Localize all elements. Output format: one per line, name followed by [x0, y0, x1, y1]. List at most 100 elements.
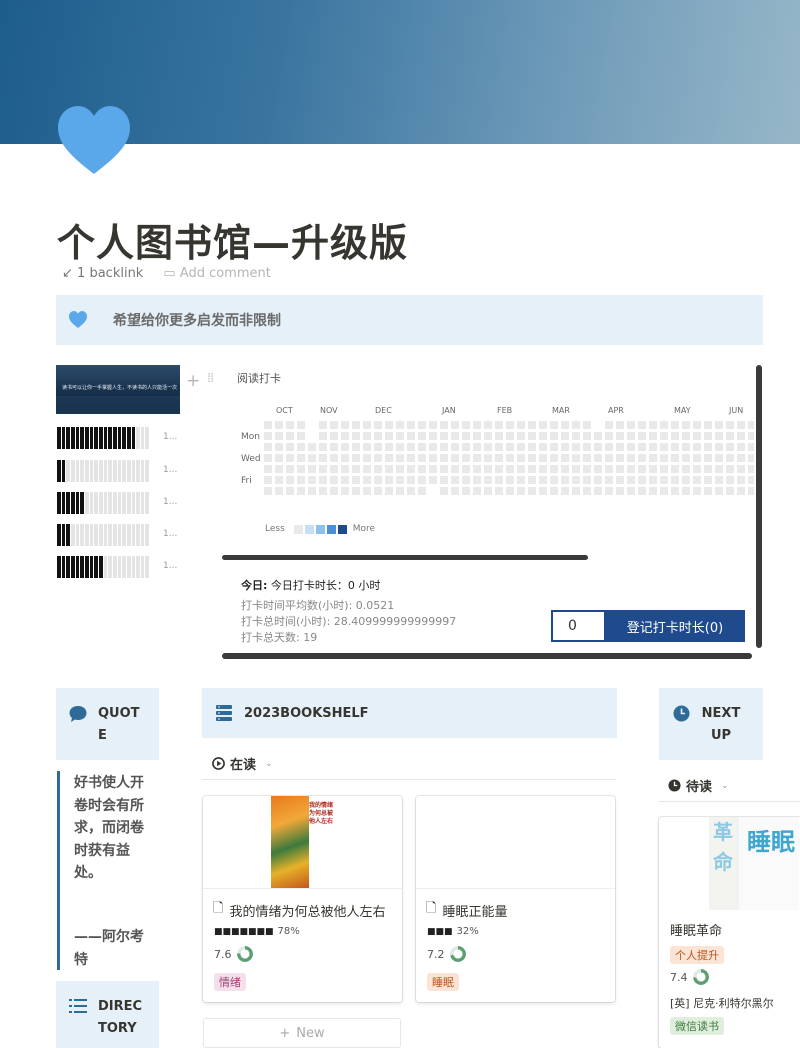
heatmap-cell[interactable] [594, 465, 602, 473]
heatmap-cell[interactable] [737, 476, 745, 484]
heatmap-cell[interactable] [374, 487, 382, 495]
heatmap-cell[interactable] [418, 487, 426, 495]
heatmap-cell[interactable] [627, 454, 635, 462]
heatmap-cell[interactable] [264, 476, 272, 484]
heatmap-cell[interactable] [638, 476, 646, 484]
heatmap-cell[interactable] [550, 487, 558, 495]
heatmap-cell[interactable] [517, 487, 525, 495]
heatmap-cell[interactable] [418, 454, 426, 462]
heatmap-cell[interactable] [352, 487, 360, 495]
heatmap-cell[interactable] [341, 432, 349, 440]
heatmap-cell[interactable] [517, 432, 525, 440]
heatmap-cell[interactable] [704, 421, 712, 429]
heatmap-cell[interactable] [671, 421, 679, 429]
heatmap-cell[interactable] [550, 443, 558, 451]
heatmap-cell[interactable] [385, 443, 393, 451]
heatmap-cell[interactable] [517, 443, 525, 451]
heatmap-cell[interactable] [517, 421, 525, 429]
heatmap-cell[interactable] [660, 454, 668, 462]
heatmap-cell[interactable] [748, 432, 754, 440]
heatmap-cell[interactable] [418, 432, 426, 440]
drag-handle-icon[interactable]: ⁞⁞ [207, 371, 214, 386]
heatmap-cell[interactable] [363, 476, 371, 484]
heatmap-cell[interactable] [506, 476, 514, 484]
heatmap-cell[interactable] [528, 476, 536, 484]
heatmap-cell[interactable] [616, 432, 624, 440]
heatmap-cell[interactable] [715, 443, 723, 451]
heatmap-cell[interactable] [407, 487, 415, 495]
heatmap-cell[interactable] [649, 421, 657, 429]
heatmap-cell[interactable] [517, 465, 525, 473]
heatmap-cell[interactable] [319, 487, 327, 495]
heatmap-cell[interactable] [528, 443, 536, 451]
heatmap-cell[interactable] [517, 476, 525, 484]
heatmap-cell[interactable] [319, 454, 327, 462]
heatmap-cell[interactable] [385, 476, 393, 484]
heatmap-cell[interactable] [616, 454, 624, 462]
heatmap-cell[interactable] [627, 432, 635, 440]
heatmap-cell[interactable] [451, 476, 459, 484]
view-tab-to-read[interactable]: 待读 ⌄ [668, 776, 729, 795]
heatmap-cell[interactable] [264, 432, 272, 440]
heatmap-cell[interactable] [715, 432, 723, 440]
heatmap-cell[interactable] [550, 432, 558, 440]
horizontal-scrollbar-bottom[interactable] [222, 653, 752, 659]
heatmap-cell[interactable] [396, 443, 404, 451]
heatmap-cell[interactable] [660, 465, 668, 473]
heatmap-cell[interactable] [693, 454, 701, 462]
heatmap-cell[interactable] [594, 432, 602, 440]
heatmap-cell[interactable] [495, 476, 503, 484]
heatmap-cell[interactable] [616, 487, 624, 495]
heatmap-cell[interactable] [528, 465, 536, 473]
heatmap-cell[interactable] [528, 454, 536, 462]
heatmap-cell[interactable] [704, 443, 712, 451]
heatmap-cell[interactable] [330, 465, 338, 473]
heatmap-cell[interactable] [275, 476, 283, 484]
heatmap-cell[interactable] [286, 476, 294, 484]
heatmap-cell[interactable] [715, 421, 723, 429]
heatmap-cell[interactable] [462, 487, 470, 495]
heatmap-cell[interactable] [473, 421, 481, 429]
heatmap-cell[interactable] [583, 476, 591, 484]
heatmap-cell[interactable] [495, 465, 503, 473]
heatmap-cell[interactable] [484, 421, 492, 429]
heatmap-cell[interactable] [374, 476, 382, 484]
heatmap-cell[interactable] [572, 432, 580, 440]
heatmap-cell[interactable] [352, 476, 360, 484]
heatmap-cell[interactable] [319, 443, 327, 451]
heatmap-cell[interactable] [682, 476, 690, 484]
horizontal-scrollbar[interactable] [222, 555, 588, 560]
heatmap-cell[interactable] [737, 465, 745, 473]
heatmap-cell[interactable] [583, 487, 591, 495]
heatmap-cell[interactable] [737, 443, 745, 451]
heatmap-cell[interactable] [352, 443, 360, 451]
heatmap-cell[interactable] [473, 487, 481, 495]
heatmap-cell[interactable] [671, 454, 679, 462]
heatmap-cell[interactable] [451, 432, 459, 440]
heatmap-cell[interactable] [539, 432, 547, 440]
heatmap-cell[interactable] [715, 454, 723, 462]
heatmap-cell[interactable] [660, 487, 668, 495]
heatmap-cell[interactable] [748, 443, 754, 451]
heatmap-cell[interactable] [693, 443, 701, 451]
heatmap-cell[interactable] [264, 443, 272, 451]
heatmap-cell[interactable] [693, 432, 701, 440]
heatmap-cell[interactable] [748, 476, 754, 484]
heatmap-cell[interactable] [572, 443, 580, 451]
heatmap-cell[interactable] [528, 421, 536, 429]
heatmap-cell[interactable] [506, 487, 514, 495]
heatmap-cell[interactable] [440, 487, 448, 495]
heatmap-cell[interactable] [319, 432, 327, 440]
heatmap-cell[interactable] [286, 432, 294, 440]
heatmap-cell[interactable] [429, 465, 437, 473]
heatmap-cell[interactable] [561, 465, 569, 473]
heatmap-cell[interactable] [374, 432, 382, 440]
heatmap-cell[interactable] [308, 443, 316, 451]
heatmap-cell[interactable] [473, 454, 481, 462]
heatmap-cell[interactable] [616, 443, 624, 451]
heatmap-cell[interactable] [385, 432, 393, 440]
vertical-scrollbar[interactable] [756, 365, 762, 648]
heatmap-cell[interactable] [605, 487, 613, 495]
heatmap-cell[interactable] [297, 465, 305, 473]
heatmap-cell[interactable] [605, 454, 613, 462]
